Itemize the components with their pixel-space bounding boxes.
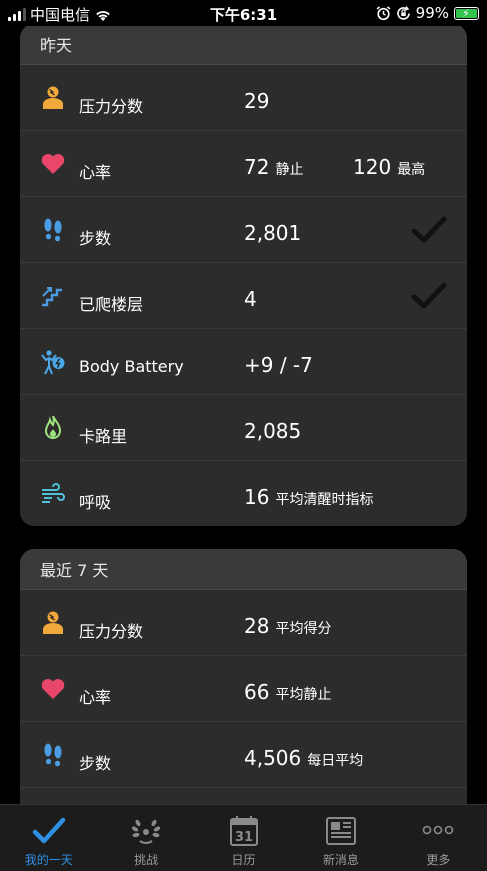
row-label: 心率: [79, 688, 112, 707]
stress-row[interactable]: 压力分数 28 平均得分: [20, 590, 467, 656]
row-value: 4,506 每日平均: [244, 746, 364, 770]
tab-label: 我的一天: [24, 853, 73, 867]
row-label: 已爬楼层: [79, 295, 144, 314]
row-label: 卡路里: [79, 427, 128, 446]
row-value: 16 平均清醒时指标: [244, 485, 374, 509]
body-battery-row[interactable]: Body Battery +9 / -7: [20, 329, 467, 395]
row-value-secondary: 120 最高: [353, 155, 426, 179]
orientation-lock-icon: [396, 5, 410, 20]
heart-icon: [41, 154, 65, 174]
row-value: 2,085: [244, 419, 302, 443]
tab-label: 新消息: [322, 853, 359, 867]
calendar-day: 31: [234, 830, 252, 845]
status-bar: 中国电信 下午6:31 99% ⚡: [0, 0, 487, 26]
row-label: 压力分数: [79, 622, 144, 641]
tab-my-day[interactable]: 我的一天: [0, 805, 97, 871]
checkmark-icon: [411, 216, 447, 243]
card-header: 最近 7 天: [20, 549, 467, 590]
row-label: Body Battery: [79, 357, 184, 376]
stairs-icon: [42, 287, 62, 307]
last-7-days-card: 最近 7 天 压力分数 28 平均得分 心率 66 平均静止 步数 4,506 …: [20, 549, 467, 804]
stress-icon: [43, 86, 63, 109]
checkmark-icon: [411, 282, 447, 309]
respiration-row[interactable]: 呼吸 16 平均清醒时指标: [20, 461, 467, 526]
tab-challenges[interactable]: 挑战: [97, 805, 194, 871]
stress-row[interactable]: 压力分数 29: [20, 65, 467, 131]
body-battery-icon: [41, 350, 65, 375]
laurel-icon: [131, 819, 161, 844]
tab-news[interactable]: 新消息: [292, 805, 389, 871]
wind-icon: [42, 483, 65, 503]
battery-icon: ⚡: [454, 6, 479, 20]
row-value: 28 平均得分: [244, 614, 332, 638]
row-label: 呼吸: [79, 493, 112, 512]
partial-row[interactable]: [20, 788, 467, 804]
heart-rate-row[interactable]: 心率 72 静止 120 最高: [20, 131, 467, 197]
flame-icon: [44, 415, 62, 439]
yesterday-card: 昨天 压力分数 29 心率 72 静止 120 最高 步数 2,801 已爬楼层…: [20, 26, 467, 526]
tab-more[interactable]: 更多: [390, 805, 487, 871]
row-value: 29: [244, 89, 270, 113]
heart-rate-row[interactable]: 心率 66 平均静止: [20, 656, 467, 722]
calories-row[interactable]: 卡路里 2,085: [20, 395, 467, 461]
newspaper-icon: [325, 817, 356, 845]
status-right: 99% ⚡: [376, 4, 479, 22]
row-value: 4: [244, 287, 257, 311]
stress-icon: [43, 611, 63, 634]
row-label: 压力分数: [79, 97, 144, 116]
footsteps-icon: [44, 743, 62, 767]
alarm-icon: [376, 5, 391, 20]
tab-label: 日历: [231, 853, 256, 867]
footsteps-icon: [44, 218, 62, 242]
card-header: 昨天: [20, 26, 467, 65]
calendar-icon: 31: [229, 816, 258, 846]
battery-percent: 99%: [415, 4, 449, 22]
floors-row[interactable]: 已爬楼层 4: [20, 263, 467, 329]
row-value: 66 平均静止: [244, 680, 332, 704]
checkmark-icon: [32, 817, 65, 844]
row-label: 步数: [79, 229, 112, 248]
tab-label: 更多: [426, 853, 451, 867]
content-scroll[interactable]: 昨天 压力分数 29 心率 72 静止 120 最高 步数 2,801 已爬楼层…: [0, 26, 487, 804]
tab-calendar[interactable]: 31 日历: [195, 805, 292, 871]
more-icon: [423, 825, 454, 835]
row-value: +9 / -7: [244, 353, 313, 377]
tab-bar: 我的一天 挑战 31 日历 新消息 更多: [0, 804, 487, 871]
row-value: 2,801: [244, 221, 302, 245]
row-label: 心率: [79, 163, 112, 182]
row-value: 72 静止: [244, 155, 304, 179]
tab-label: 挑战: [134, 853, 159, 867]
steps-row[interactable]: 步数 4,506 每日平均: [20, 722, 467, 788]
row-label: 步数: [79, 754, 112, 773]
steps-row[interactable]: 步数 2,801: [20, 197, 467, 263]
heart-icon: [41, 679, 65, 699]
